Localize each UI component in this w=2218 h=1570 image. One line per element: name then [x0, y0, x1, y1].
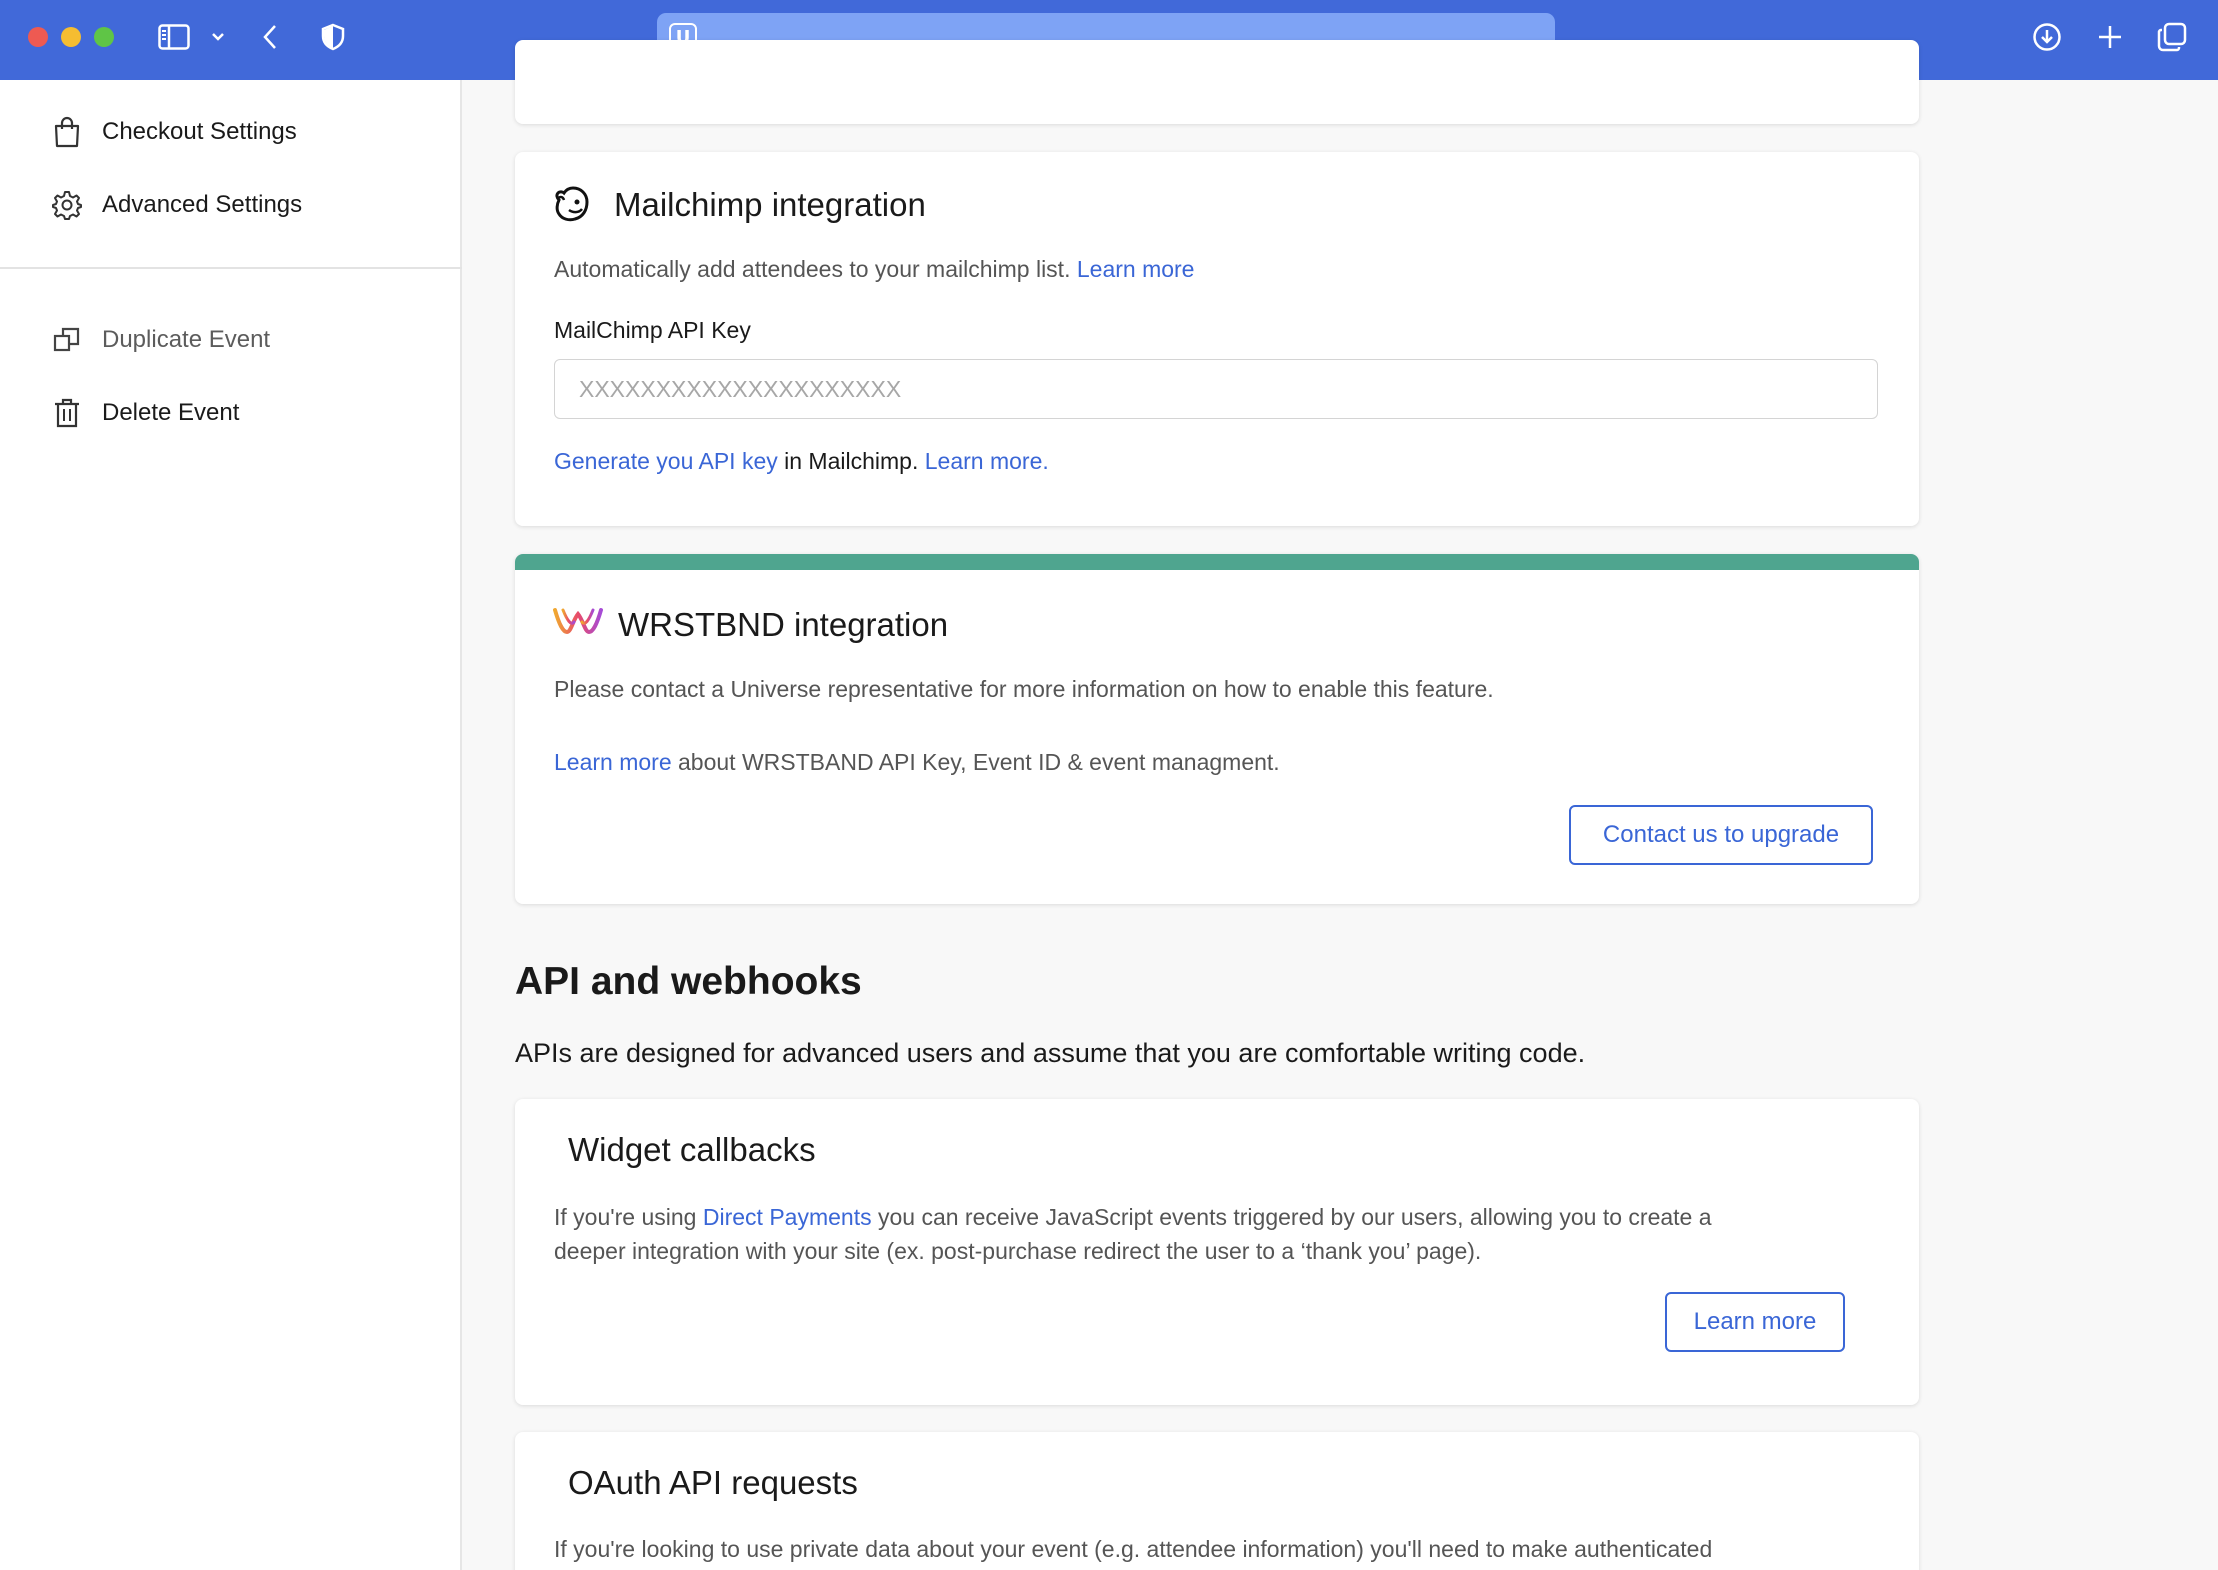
close-window-button[interactable]: [28, 27, 48, 47]
tab-overview-icon[interactable]: [2155, 18, 2189, 56]
mailchimp-description-text: Automatically add attendees to your mail…: [554, 256, 1071, 282]
wrstbnd-learn-more-suffix: about WRSTBAND API Key, Event ID & event…: [671, 749, 1280, 775]
back-arrow-icon[interactable]: [258, 18, 282, 56]
wrstbnd-title: WRSTBND integration: [618, 606, 949, 643]
wrstbnd-logo-icon: [553, 606, 603, 636]
sidebar-toggle-icon[interactable]: [156, 18, 192, 56]
generate-suffix-text: in Mailchimp.: [777, 448, 919, 474]
shield-icon[interactable]: [318, 18, 348, 56]
contact-upgrade-button[interactable]: Contact us to upgrade: [1569, 805, 1873, 865]
sidebar-item-delete-event[interactable]: Delete Event: [52, 393, 239, 433]
mailchimp-title: Mailchimp integration: [614, 186, 926, 223]
mailchimp-api-key-label: MailChimp API Key: [554, 317, 751, 343]
sidebar-item-checkout-settings[interactable]: Checkout Settings: [52, 112, 297, 152]
sidebar-item-duplicate-event[interactable]: Duplicate Event: [52, 320, 270, 360]
widget-text-prefix: If you're using: [554, 1204, 703, 1230]
minimize-window-button[interactable]: [61, 27, 81, 47]
sidebar-item-advanced-settings[interactable]: Advanced Settings: [52, 185, 302, 225]
mailchimp-learn-more-link-2[interactable]: Learn more.: [925, 448, 1049, 474]
widget-callbacks-card: Widget callbacks If you're using Direct …: [515, 1099, 1919, 1405]
api-section-subheading: APIs are designed for advanced users and…: [515, 1038, 1586, 1068]
sidebar-item-label: Checkout Settings: [102, 118, 297, 145]
trash-icon: [52, 397, 82, 429]
wrstbnd-learn-more-link[interactable]: Learn more: [554, 749, 672, 775]
sidebar-item-label: Advanced Settings: [102, 191, 303, 218]
mailchimp-card: Mailchimp integration Automatically add …: [515, 152, 1919, 526]
shopping-bag-icon: [52, 116, 82, 148]
chevron-down-icon[interactable]: [208, 18, 228, 56]
previous-card: [515, 40, 1919, 124]
sidebar-item-label: Duplicate Event: [102, 326, 271, 353]
download-icon[interactable]: [2030, 18, 2064, 56]
zoom-window-button[interactable]: [94, 27, 114, 47]
widget-learn-more-button[interactable]: Learn more: [1665, 1292, 1845, 1352]
wrstbnd-accent-bar: [515, 554, 1919, 570]
sidebar-divider: [0, 267, 462, 269]
mailchimp-generate-text: Generate you API key in Mailchimp. Learn…: [554, 444, 1049, 478]
mailchimp-learn-more-link[interactable]: Learn more: [1077, 256, 1195, 282]
oauth-text: If you're looking to use private data ab…: [554, 1536, 1713, 1562]
wrstbnd-learn-more-text: Learn more about WRSTBAND API Key, Event…: [554, 745, 1280, 779]
widget-callbacks-text-line1: If you're using Direct Payments you can …: [554, 1200, 1712, 1234]
oauth-card: OAuth API requests If you're looking to …: [515, 1432, 1919, 1570]
duplicate-icon: [52, 324, 82, 356]
generate-api-key-link[interactable]: Generate you API key: [554, 448, 778, 474]
mailchimp-api-key-input[interactable]: XXXXXXXXXXXXXXXXXXXXX: [554, 359, 1878, 419]
api-section-heading: API and webhooks: [515, 960, 862, 1003]
oauth-title: OAuth API requests: [568, 1464, 858, 1501]
wrstbnd-card: WRSTBND integration Please contact a Uni…: [515, 554, 1919, 904]
wrstbnd-description: Please contact a Universe representative…: [554, 676, 1494, 702]
direct-payments-link[interactable]: Direct Payments: [703, 1204, 872, 1230]
widget-callbacks-title: Widget callbacks: [568, 1131, 816, 1168]
mailchimp-logo-icon: [553, 184, 591, 224]
gear-icon: [52, 189, 82, 221]
widget-text-suffix: you can receive JavaScript events trigge…: [871, 1204, 1712, 1230]
sidebar-item-label: Delete Event: [102, 399, 240, 426]
widget-callbacks-text-line2: deeper integration with your site (ex. p…: [554, 1238, 1482, 1264]
new-tab-icon[interactable]: [2093, 18, 2127, 56]
mailchimp-description: Automatically add attendees to your mail…: [554, 252, 1194, 286]
sidebar: Checkout Settings Advanced Settings Dupl…: [0, 80, 462, 1570]
